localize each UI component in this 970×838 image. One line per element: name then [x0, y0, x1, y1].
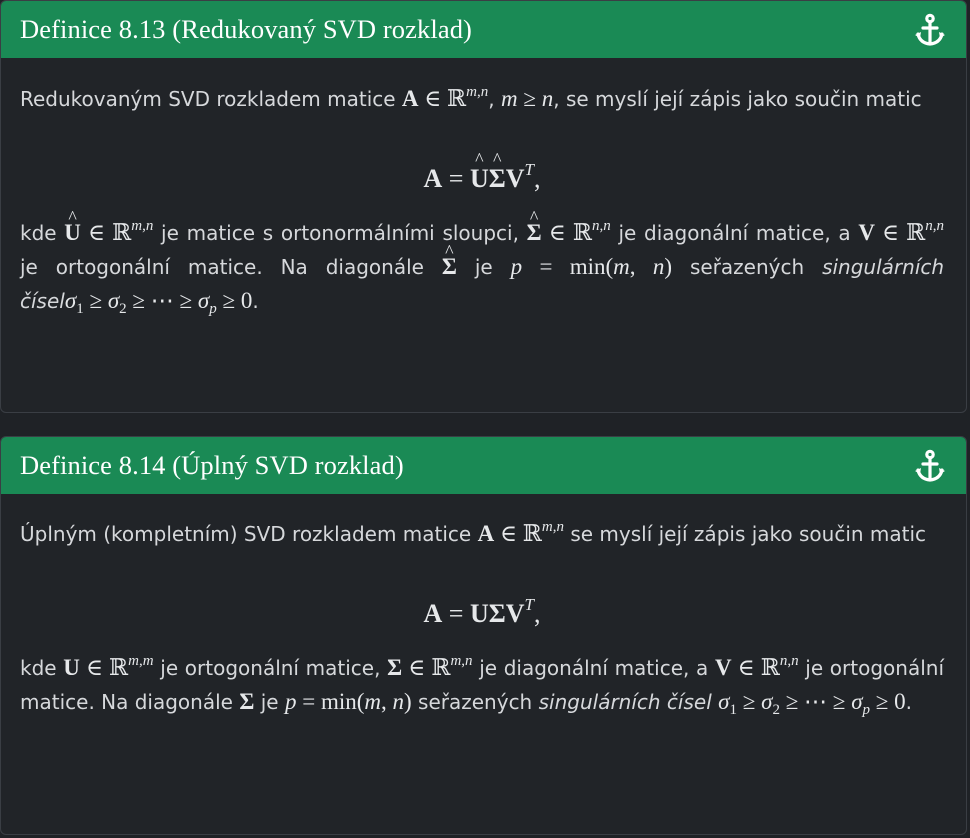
intro-text: Redukovaným SVD rozkladem matice	[20, 87, 396, 111]
display-equation: A = UΣVT,	[20, 161, 944, 194]
intro-text-2: , se myslí její zápis jako součin matic	[553, 87, 922, 111]
definition-title: Definice 8.14 (Úplný SVD rozklad)	[20, 450, 404, 480]
definition-header: Definice 8.13 (Redukovaný SVD rozklad)	[1, 1, 966, 58]
singular-values-term: singulárních čísel	[538, 690, 712, 714]
definition-header: Definice 8.14 (Úplný SVD rozklad)	[1, 437, 966, 494]
definition-title: Definice 8.13 (Redukovaný SVD rozklad)	[20, 14, 472, 44]
math-A-in-Rmn: A ∈ ℝm,n	[401, 84, 489, 112]
display-equation: A = UΣVT,	[423, 595, 541, 628]
anchor-icon[interactable]	[914, 449, 946, 483]
definition-card-8-13: Definice 8.13 (Redukovaný SVD rozklad) R…	[0, 0, 967, 413]
math-m-ge-n: m ≥ n	[500, 86, 554, 111]
intro-text-2: se myslí její zápis jako součin matic	[570, 522, 927, 546]
definition-card-8-14: Definice 8.14 (Úplný SVD rozklad) Úplným…	[0, 436, 967, 835]
intro-text: Úplným (kompletním) SVD rozkladem matice	[20, 522, 472, 546]
anchor-icon[interactable]	[914, 13, 946, 47]
